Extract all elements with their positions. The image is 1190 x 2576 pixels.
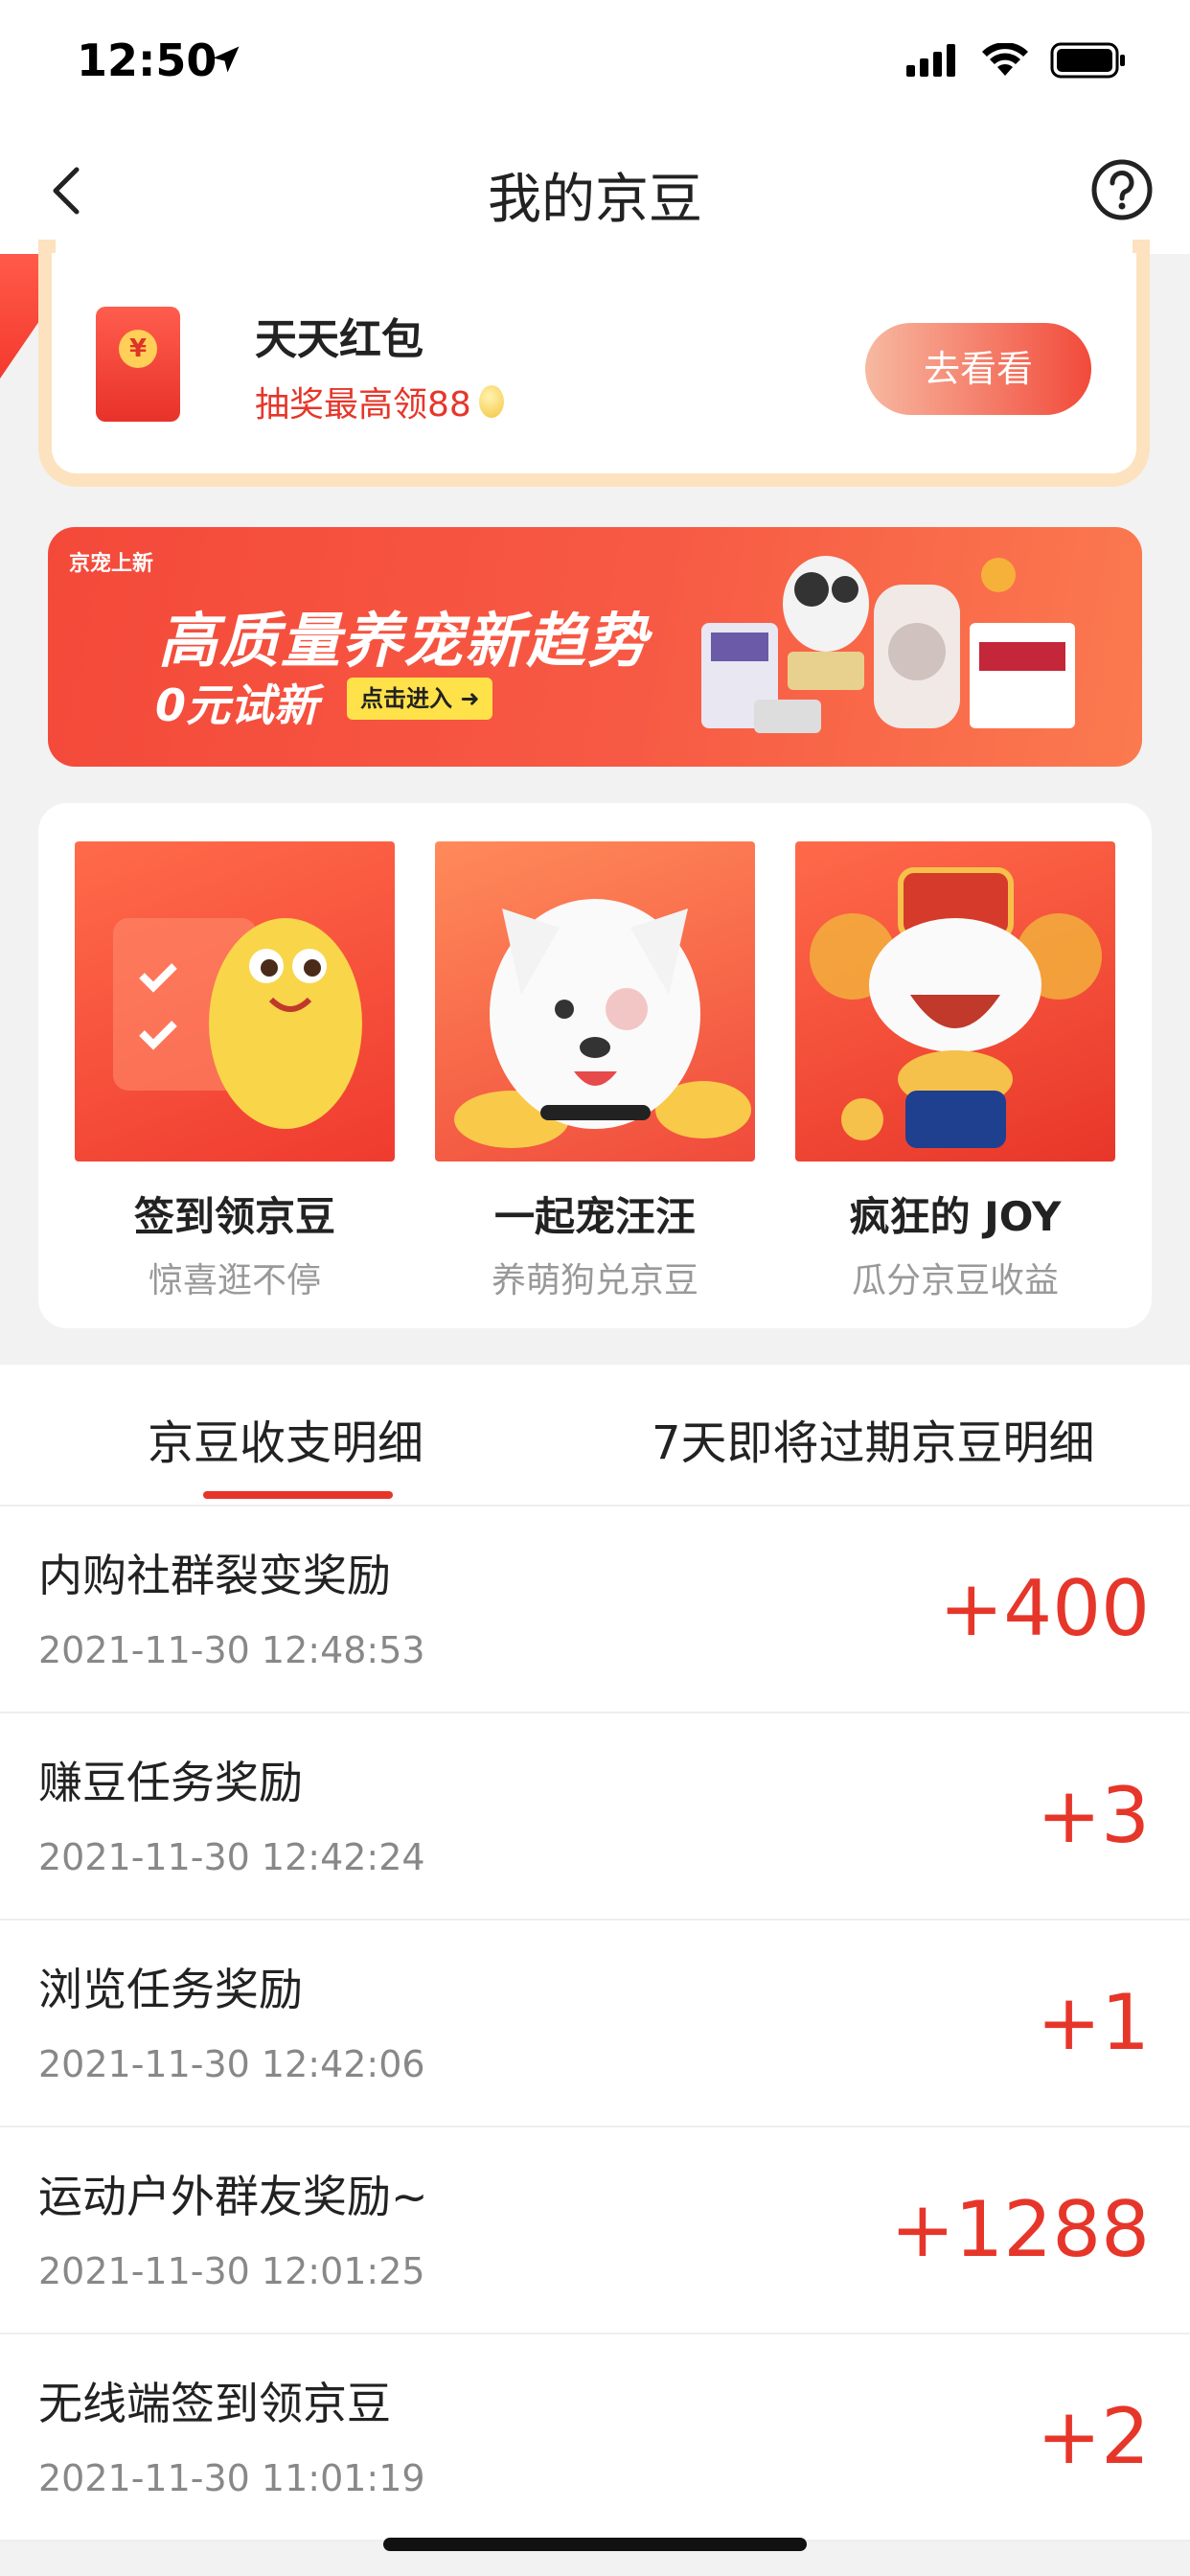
record-amount: +1288	[890, 2185, 1150, 2274]
record-time: 2021-11-30 11:01:19	[38, 2457, 425, 2499]
game-crazy-joy[interactable]: 疯狂的 JOY 瓜分京豆收益	[795, 841, 1115, 1302]
pet-promo-banner[interactable]: 京宠上新 高质量养宠新趋势 0元试新 点击进入 ➜	[48, 527, 1142, 767]
list-item[interactable]: 赚豆任务奖励 2021-11-30 12:42:24 +3	[0, 1714, 1190, 1920]
red-envelope-icon: ¥	[96, 307, 180, 422]
record-time: 2021-11-30 12:42:24	[38, 1836, 425, 1878]
banner-subtitle: 0元试新	[155, 679, 319, 731]
game-name: 一起宠汪汪	[493, 1193, 696, 1240]
jingdou-bean-icon	[478, 385, 504, 418]
tab-expiring[interactable]: 7天即将过期京豆明细	[652, 1405, 1095, 1472]
jd-pet-logo: 京宠上新	[69, 552, 154, 576]
game-desc: 惊喜逛不停	[148, 1261, 321, 1300]
status-bar: 12:50	[0, 0, 1190, 129]
game-desc: 养萌狗兑京豆	[491, 1261, 698, 1300]
list-item[interactable]: 内购社群裂变奖励 2021-11-30 12:48:53 +400	[0, 1506, 1190, 1714]
location-arrow-icon	[213, 46, 240, 73]
list-item[interactable]: 无线端签到领京豆 2021-11-30 11:01:19 +2	[0, 2334, 1190, 2542]
record-time: 2021-11-30 12:48:53	[38, 1629, 425, 1671]
game-name: 疯狂的 JOY	[849, 1193, 1062, 1240]
game-pet-dog[interactable]: 一起宠汪汪 养萌狗兑京豆	[435, 841, 755, 1302]
home-indicator[interactable]	[383, 2538, 807, 2551]
list-item[interactable]: 运动户外群友奖励~ 2021-11-30 12:01:25 +1288	[0, 2128, 1190, 2334]
games-card: 签到领京豆 惊喜逛不停 一起宠汪汪 养萌狗兑京豆 疯狂的 JOY 瓜分京豆收益	[38, 803, 1152, 1328]
record-title: 内购社群裂变奖励	[38, 1550, 391, 1601]
active-tab-indicator	[203, 1491, 393, 1499]
detail-tabs: 京豆收支明细 7天即将过期京豆明细	[0, 1365, 1190, 1506]
pet-dog-image	[435, 841, 755, 1162]
record-amount: +400	[939, 1564, 1150, 1653]
record-amount: +2	[1037, 2392, 1150, 2481]
record-title: 赚豆任务奖励	[38, 1757, 303, 1808]
pet-products-image	[701, 556, 1075, 733]
record-title: 无线端签到领京豆	[38, 2378, 391, 2429]
record-title: 浏览任务奖励	[38, 1964, 303, 2015]
list-item[interactable]: 浏览任务奖励 2021-11-30 12:42:06 +1	[0, 1920, 1190, 2128]
game-desc: 瓜分京豆收益	[851, 1261, 1059, 1300]
record-amount: +1	[1037, 1978, 1150, 2067]
record-time: 2021-11-30 12:01:25	[38, 2250, 425, 2292]
banner-enter-button[interactable]: 点击进入 ➜	[347, 678, 493, 720]
sign-in-bean-image	[75, 841, 395, 1162]
record-time: 2021-11-30 12:42:06	[38, 2043, 425, 2085]
help-icon[interactable]	[1090, 158, 1154, 221]
tab-income-expense[interactable]: 京豆收支明细	[148, 1405, 423, 1472]
page-title: 我的京豆	[488, 169, 702, 231]
go-look-button[interactable]: 去看看	[865, 323, 1091, 415]
records-list: 内购社群裂变奖励 2021-11-30 12:48:53 +400 赚豆任务奖励…	[0, 1506, 1190, 2542]
hongbao-title: 天天红包	[255, 315, 423, 364]
game-name: 签到领京豆	[133, 1193, 335, 1240]
record-title: 运动户外群友奖励~	[38, 2171, 428, 2222]
header-decoration	[0, 254, 38, 379]
record-amount: +3	[1037, 1771, 1150, 1860]
status-time: 12:50	[77, 34, 217, 86]
wifi-icon	[982, 43, 1028, 76]
game-sign-in[interactable]: 签到领京豆 惊喜逛不停	[75, 841, 395, 1302]
hongbao-subtitle: 抽奖最高领88	[255, 377, 504, 426]
battery-icon	[1050, 42, 1125, 79]
banner-title: 高质量养宠新趋势	[158, 606, 650, 676]
cellular-signal-icon	[906, 44, 955, 77]
nav-bar: 我的京豆	[0, 129, 1190, 254]
crazy-joy-image	[795, 841, 1115, 1162]
